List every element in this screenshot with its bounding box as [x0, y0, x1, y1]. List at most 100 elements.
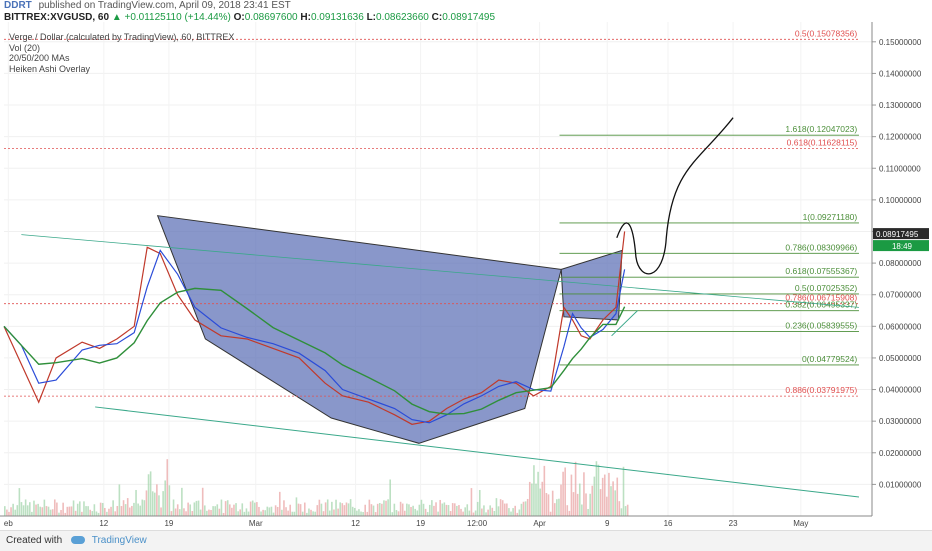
volume-bar — [335, 499, 337, 516]
volume-bar — [293, 511, 296, 516]
volume-bar — [572, 492, 575, 516]
y-tick-label: 0.10000000 — [879, 196, 922, 205]
volume-bar — [158, 495, 160, 516]
volume-bar — [299, 504, 302, 516]
volume-bar — [510, 511, 512, 516]
volume-bar — [368, 499, 371, 516]
volume-bar — [447, 505, 450, 516]
volume-bar — [528, 481, 531, 516]
volume-bar — [464, 507, 466, 516]
author-name[interactable]: DDRT — [4, 0, 32, 11]
volume-bar — [172, 499, 175, 516]
volume-bar — [326, 499, 329, 516]
volume-bar — [387, 499, 389, 516]
volume-bar — [33, 500, 35, 516]
volume-bar — [243, 511, 246, 516]
volume-bar — [226, 500, 229, 516]
volume-bar — [12, 503, 14, 516]
volume-bar — [493, 511, 496, 516]
volume-bar — [331, 501, 333, 516]
publish-bar: DDRT published on TradingView.com, April… — [0, 0, 932, 11]
volume-bar — [247, 511, 250, 516]
volume-bar — [137, 503, 139, 516]
volume-bar — [108, 508, 110, 516]
volume-bar — [70, 506, 73, 516]
volume-bar — [220, 499, 223, 516]
volume-bar — [578, 483, 581, 516]
tradingview-link[interactable]: TradingView — [92, 535, 147, 546]
x-tick-label: Apr — [533, 519, 546, 528]
volume-bar — [20, 502, 23, 516]
volume-bar — [408, 504, 410, 516]
volume-bar — [91, 511, 94, 516]
volume-bar — [210, 509, 212, 516]
volume-bar — [622, 466, 625, 516]
volume-bar — [576, 493, 579, 516]
volume-bar — [22, 505, 25, 516]
legend-heiken: Heiken Ashi Overlay — [9, 63, 91, 74]
price-chart[interactable]: 0.5(0.15078356) 1.618(0.12047023) 0.618(0.… — [0, 22, 932, 530]
volume-bar — [391, 512, 394, 516]
created-with-label: Created with — [6, 535, 63, 546]
volume-bar — [406, 503, 408, 516]
volume-bar — [166, 459, 169, 516]
volume-bar — [314, 511, 316, 516]
volume-bar — [145, 490, 148, 516]
volume-bar — [83, 501, 85, 516]
volume-bar — [535, 483, 537, 516]
volume-bar — [212, 506, 214, 516]
volume-bar — [176, 504, 179, 516]
volume-bar — [366, 511, 369, 516]
volume-bar — [116, 506, 119, 516]
volume-bar — [47, 506, 50, 516]
volume-bar — [599, 489, 602, 516]
volume-bar — [458, 505, 460, 516]
volume-bar — [556, 499, 558, 516]
volume-bar — [412, 505, 414, 516]
volume-bar — [49, 509, 52, 516]
x-tick-label: Mar — [249, 519, 263, 528]
volume-bar — [110, 506, 112, 516]
volume-bar — [393, 503, 396, 516]
volume-bar — [545, 493, 548, 516]
volume-bar — [618, 501, 621, 516]
volume-bar — [295, 497, 298, 516]
volume-bar — [460, 508, 462, 516]
volume-bar — [53, 499, 56, 516]
volume-bar — [603, 474, 606, 516]
volume-bar — [478, 490, 481, 516]
volume-bar — [322, 511, 325, 516]
volume-bar — [426, 512, 429, 516]
volume-bar — [547, 494, 550, 516]
volume-bar — [43, 499, 46, 516]
volume-bar — [72, 500, 75, 516]
volume-bar — [228, 504, 231, 516]
volume-bar — [147, 474, 150, 516]
y-tick-label: 0.02000000 — [879, 449, 922, 458]
volume-bar — [131, 505, 133, 516]
volume-bar — [308, 508, 310, 516]
volume-bar — [449, 511, 452, 516]
volume-bar — [451, 503, 454, 516]
volume-bar — [422, 503, 425, 516]
volume-bar — [551, 490, 554, 516]
volume-bar — [141, 499, 144, 516]
volume-bar — [497, 506, 500, 516]
chart-legend: Verge / Dollar (calculated by TradingVie… — [9, 32, 234, 74]
volume-bar — [120, 506, 123, 516]
y-tick-label: 0.01000000 — [879, 480, 922, 489]
volume-bar — [203, 505, 206, 516]
fib-label: 0(0.04779524) — [802, 354, 857, 364]
volume-bar — [612, 481, 614, 516]
volume-bar — [45, 506, 48, 516]
volume-bar — [183, 508, 185, 516]
volume-bar — [506, 503, 508, 516]
volume-bar — [522, 501, 525, 516]
volume-bar — [541, 481, 544, 516]
volume-bar — [606, 496, 608, 516]
volume-bar — [187, 502, 189, 516]
volume-bar — [414, 508, 416, 516]
volume-bar — [31, 511, 33, 516]
volume-bar — [160, 507, 162, 516]
volume-bar — [358, 509, 360, 516]
